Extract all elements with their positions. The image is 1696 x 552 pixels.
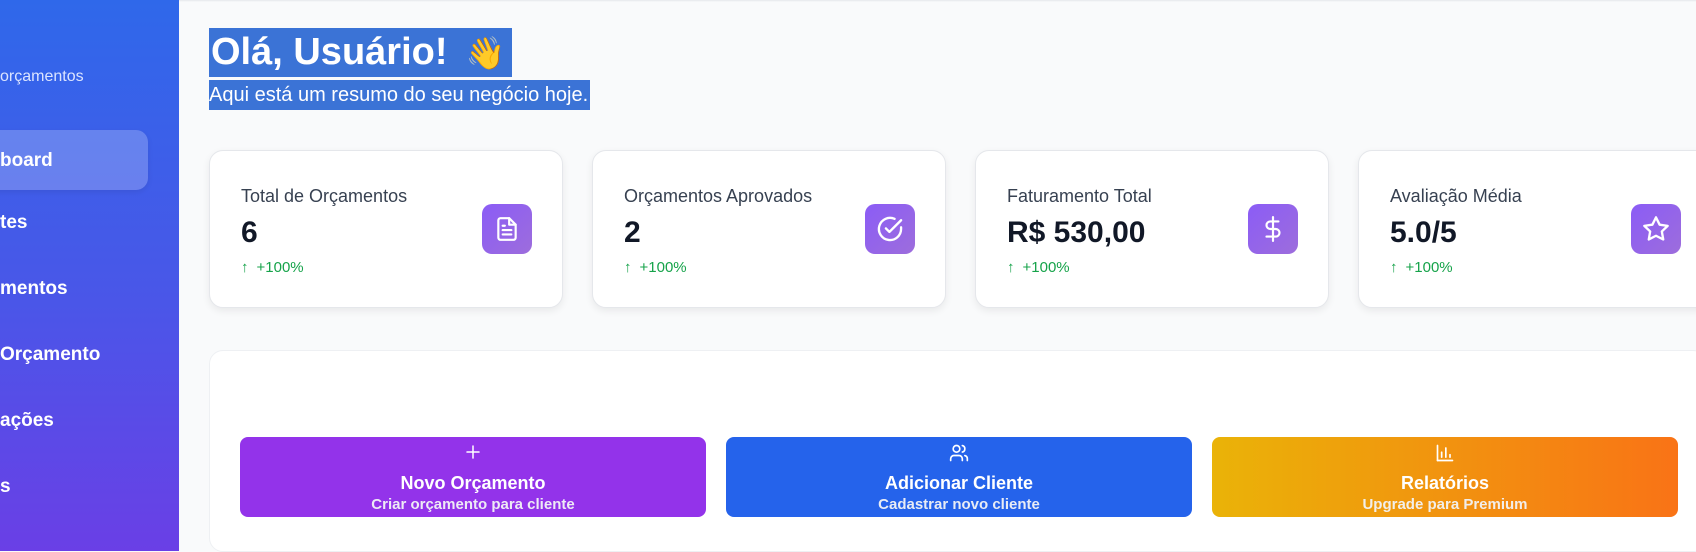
stat-card-avaliacao-media: Avaliação Média 5.0/5 ↑ +100% xyxy=(1358,150,1696,308)
action-subtitle: Upgrade para Premium xyxy=(1362,496,1528,513)
sidebar-item-novo-orcamento[interactable]: Orçamento xyxy=(0,344,100,366)
arrow-up-icon: ↑ xyxy=(624,259,632,276)
main-content: Olá, Usuário! 👋 Aqui está um resumo do se… xyxy=(179,0,1696,552)
action-title: Relatórios xyxy=(1400,473,1490,493)
action-subtitle: Criar orçamento para cliente xyxy=(371,496,575,513)
star-icon xyxy=(1631,204,1681,254)
sidebar-subtitle: orçamentos xyxy=(0,68,84,85)
stat-trend: ↑ +100% xyxy=(241,259,304,276)
stat-trend: ↑ +100% xyxy=(624,259,687,276)
stat-card-total-orcamentos: Total de Orçamentos 6 ↑ +100% xyxy=(209,150,563,308)
page-title: Olá, Usuário! 👋 xyxy=(209,28,512,77)
stat-value: R$ 530,00 xyxy=(1007,216,1146,249)
document-icon xyxy=(482,204,532,254)
bar-chart-icon xyxy=(1212,443,1678,463)
stat-value: 5.0/5 xyxy=(1390,216,1457,249)
arrow-up-icon: ↑ xyxy=(1390,259,1398,276)
novo-orcamento-button[interactable]: Novo Orçamento Criar orçamento para clie… xyxy=(240,437,706,517)
sidebar-item-label: board xyxy=(0,150,53,171)
trend-value: +100% xyxy=(639,259,687,276)
stat-card-faturamento-total: Faturamento Total R$ 530,00 ↑ +100% xyxy=(975,150,1329,308)
plus-icon xyxy=(240,443,706,463)
action-title: Adicionar Cliente xyxy=(884,473,1034,493)
top-divider xyxy=(179,0,1696,2)
relatorios-button[interactable]: Relatórios Upgrade para Premium xyxy=(1212,437,1678,517)
arrow-up-icon: ↑ xyxy=(241,259,249,276)
sidebar-item-more[interactable]: s xyxy=(0,476,11,498)
check-circle-icon xyxy=(865,204,915,254)
stat-label: Total de Orçamentos xyxy=(241,186,408,206)
sidebar-item-orcamentos[interactable]: mentos xyxy=(0,278,68,300)
sidebar-item-clientes[interactable]: tes xyxy=(0,212,27,234)
stat-label: Orçamentos Aprovados xyxy=(624,186,813,206)
adicionar-cliente-button[interactable]: Adicionar Cliente Cadastrar novo cliente xyxy=(726,437,1192,517)
stat-label: Avaliação Média xyxy=(1390,186,1522,206)
greeting-text: Olá, Usuário! xyxy=(211,31,448,73)
stat-label: Faturamento Total xyxy=(1007,186,1152,206)
stat-trend: ↑ +100% xyxy=(1390,259,1453,276)
arrow-up-icon: ↑ xyxy=(1007,259,1015,276)
sidebar: orçamentos board tes mentos Orçamento aç… xyxy=(0,0,179,551)
stat-value: 2 xyxy=(624,216,641,249)
users-icon xyxy=(726,443,1192,463)
trend-value: +100% xyxy=(1405,259,1453,276)
stat-trend: ↑ +100% xyxy=(1007,259,1070,276)
page-subtitle: Aqui está um resumo do seu negócio hoje. xyxy=(209,80,591,110)
wave-emoji: 👋 xyxy=(465,35,506,71)
trend-value: +100% xyxy=(256,259,304,276)
dollar-icon xyxy=(1248,204,1298,254)
sidebar-item-dashboard[interactable]: board xyxy=(0,130,148,190)
stat-value: 6 xyxy=(241,216,258,249)
stat-card-orcamentos-aprovados: Orçamentos Aprovados 2 ↑ +100% xyxy=(592,150,946,308)
trend-value: +100% xyxy=(1022,259,1070,276)
action-subtitle: Cadastrar novo cliente xyxy=(878,496,1040,513)
action-title: Novo Orçamento xyxy=(400,473,546,493)
sidebar-item-avaliacoes[interactable]: ações xyxy=(0,410,54,432)
